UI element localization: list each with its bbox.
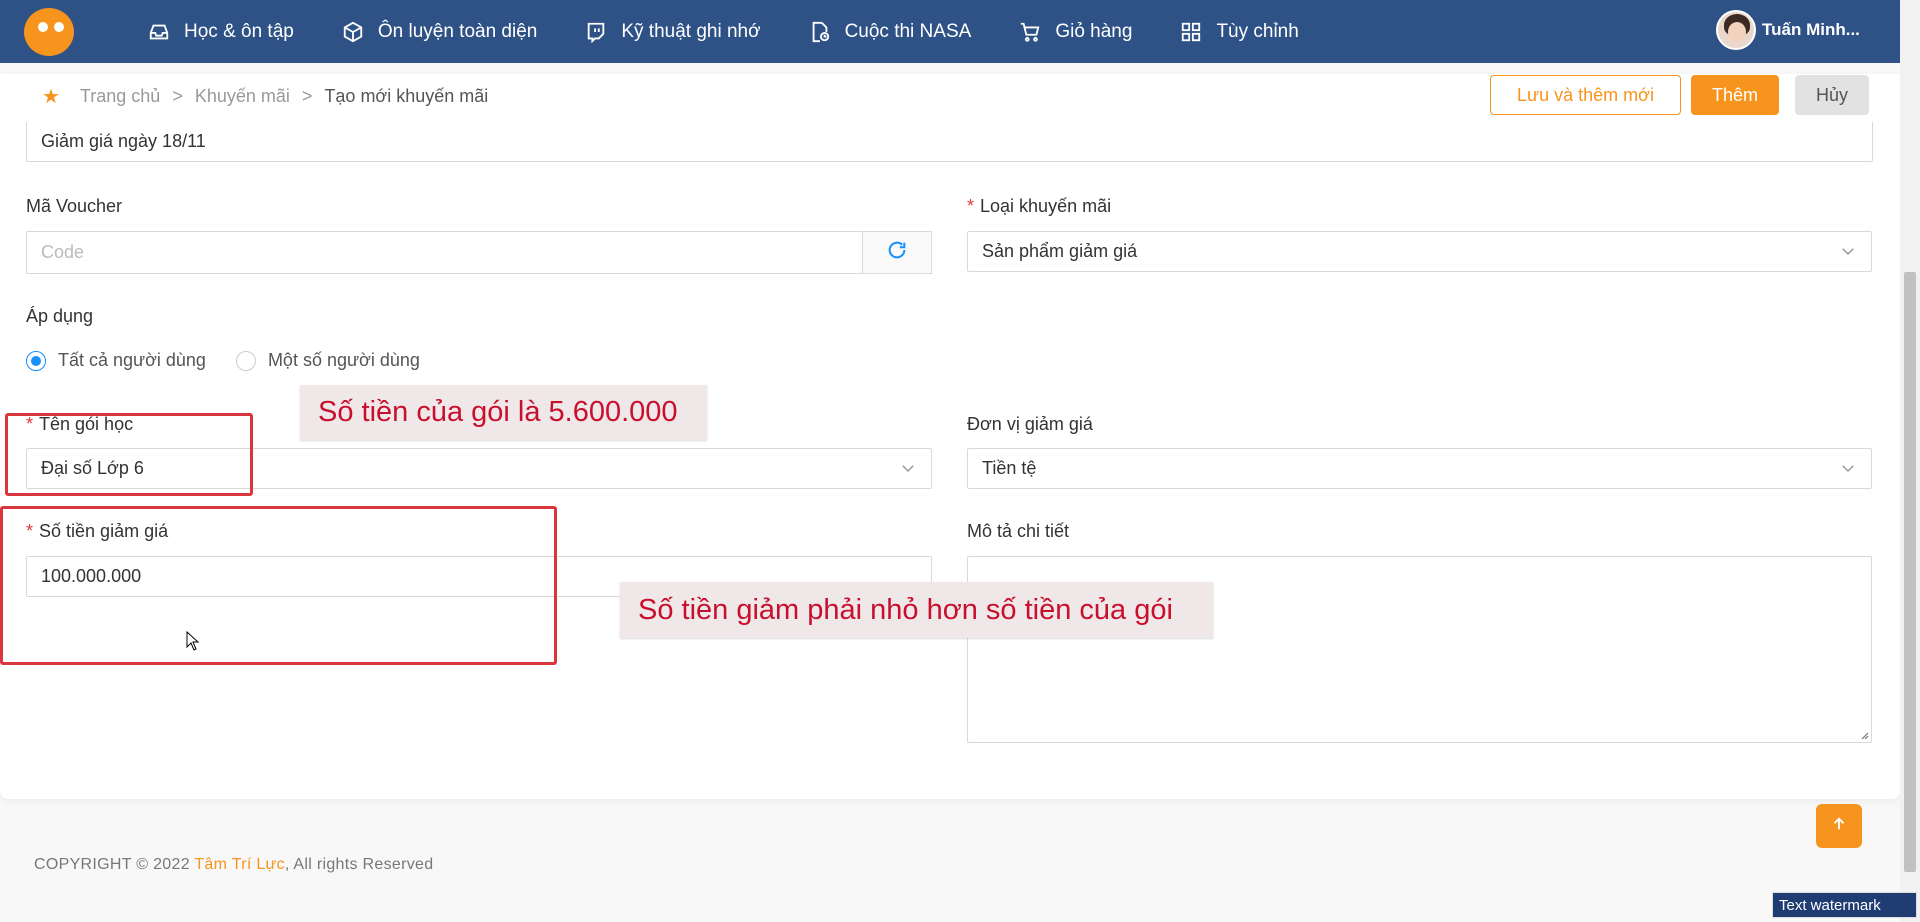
radio-some-users-label[interactable]: Một số người dùng xyxy=(268,350,420,371)
nav-item-cuoc-thi[interactable]: Cuộc thi NASA xyxy=(809,20,972,43)
promo-type-value: Sản phẩm giảm giá xyxy=(982,241,1138,261)
promo-type-label-text: Loại khuyến mãi xyxy=(980,196,1112,216)
nav-item-hoc-on-tap[interactable]: Học & ôn tập xyxy=(148,21,294,43)
promotion-name-value: Giảm giá ngày 18/11 xyxy=(41,131,206,151)
radio-all-users-label[interactable]: Tất cả người dùng xyxy=(58,350,206,371)
avatar xyxy=(1716,10,1756,50)
inbox-icon xyxy=(148,21,170,43)
voucher-label: Mã Voucher xyxy=(26,196,123,216)
promotion-name-input[interactable]: Giảm giá ngày 18/11 xyxy=(26,121,1873,162)
promo-type-label: * Loại khuyến mãi xyxy=(967,196,1111,217)
document-clock-icon xyxy=(809,21,831,43)
footer-brand-link[interactable]: Tâm Trí Lực xyxy=(194,856,284,873)
discount-unit-select[interactable]: Tiền tệ xyxy=(967,448,1872,489)
chevron-down-icon xyxy=(1839,459,1857,477)
grid-icon xyxy=(1180,21,1202,43)
mouse-cursor-icon xyxy=(186,631,200,651)
scroll-to-top-button[interactable] xyxy=(1816,804,1862,848)
annotation-package-price: Số tiền của gói là 5.600.000 xyxy=(300,385,707,440)
breadcrumb-separator: > xyxy=(301,86,313,106)
nav-item-on-luyen[interactable]: Ôn luyện toàn diện xyxy=(342,20,538,43)
nav-item-label: Kỹ thuật ghi nhớ xyxy=(621,20,761,42)
discount-unit-value: Tiền tệ xyxy=(982,458,1037,478)
nav-item-label: Tùy chỉnh xyxy=(1216,20,1299,42)
user-menu[interactable]: Tuấn Minh... xyxy=(1716,10,1860,50)
footer-copyright: COPYRIGHT © 2022 Tâm Trí Lực, All rights… xyxy=(34,856,433,874)
page-scrollbar[interactable] xyxy=(1900,0,1920,922)
nav-menu: Học & ôn tập Ôn luyện toàn diện Kỹ thuật… xyxy=(148,0,1347,63)
add-button[interactable]: Thêm xyxy=(1691,75,1779,115)
nav-item-label: Giỏ hàng xyxy=(1055,20,1133,42)
radio-all-users[interactable] xyxy=(26,350,46,371)
nav-item-label: Cuộc thi NASA xyxy=(844,20,972,42)
voucher-placeholder: Code xyxy=(41,242,85,262)
breadcrumb-section[interactable]: Khuyến mãi xyxy=(195,86,290,107)
nav-item-ky-thuat[interactable]: Kỹ thuật ghi nhớ xyxy=(585,20,761,43)
top-navbar: Học & ôn tập Ôn luyện toàn diện Kỹ thuật… xyxy=(0,0,1900,63)
nav-item-gio-hang[interactable]: Giỏ hàng xyxy=(1019,21,1132,43)
arrow-up-icon xyxy=(1830,815,1848,838)
promo-type-select[interactable]: Sản phẩm giảm giá xyxy=(967,231,1872,272)
generate-code-button[interactable] xyxy=(862,231,932,274)
voucher-input[interactable]: Code xyxy=(26,231,863,274)
save-and-add-button[interactable]: Lưu và thêm mới xyxy=(1490,75,1681,115)
cube-icon xyxy=(342,21,364,43)
refresh-icon xyxy=(886,239,908,266)
annotation-amount-box xyxy=(0,506,557,665)
footer-prefix: COPYRIGHT © 2022 xyxy=(34,856,195,873)
footer-suffix: , All rights Reserved xyxy=(284,856,434,873)
brand-logo[interactable] xyxy=(24,8,74,56)
resize-handle-icon[interactable] xyxy=(1859,730,1869,740)
user-name: Tuấn Minh... xyxy=(1762,20,1860,39)
annotation-package-box xyxy=(5,413,253,496)
star-icon: ★ xyxy=(42,86,60,108)
description-label: Mô tả chi tiết xyxy=(967,521,1070,541)
apply-radio-group: Tất cả người dùng Một số người dùng xyxy=(26,350,450,371)
nav-item-tuy-chinh[interactable]: Tùy chỉnh xyxy=(1180,20,1299,43)
chevron-down-icon xyxy=(1839,242,1857,260)
annotation-rule: Số tiền giảm phải nhỏ hơn số tiền của gó… xyxy=(620,582,1213,638)
radio-some-users[interactable] xyxy=(235,350,256,371)
discount-unit-label: Đơn vị giảm giá xyxy=(967,414,1093,434)
breadcrumb-home[interactable]: Trang chủ xyxy=(80,86,160,107)
nav-item-label: Ôn luyện toàn diện xyxy=(377,20,538,42)
required-mark: * xyxy=(967,196,975,216)
breadcrumb-current: Tạo mới khuyến mãi xyxy=(324,86,489,106)
twitch-icon xyxy=(585,21,607,43)
apply-label: Áp dụng xyxy=(26,306,94,326)
breadcrumb-separator: > xyxy=(172,86,183,106)
nav-item-label: Học & ôn tập xyxy=(184,20,294,42)
text-watermark: Text watermark xyxy=(1772,892,1917,918)
chevron-down-icon xyxy=(899,459,917,477)
scrollbar-thumb[interactable] xyxy=(1904,272,1916,872)
breadcrumb: ★ Trang chủ > Khuyến mãi > Tạo mới khuyế… xyxy=(42,84,488,109)
cart-icon xyxy=(1019,21,1041,43)
cancel-button[interactable]: Hủy xyxy=(1795,75,1869,115)
